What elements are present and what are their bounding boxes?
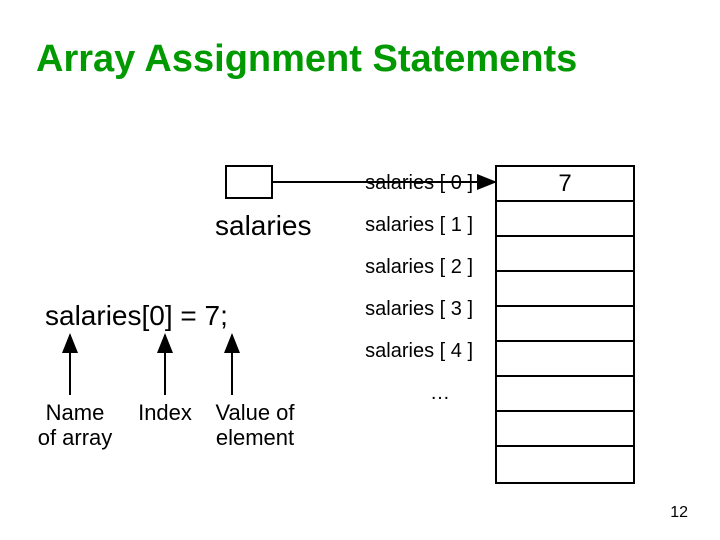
index-label-4: salaries [ 4 ] <box>353 340 473 363</box>
annotation-name-line2: of array <box>38 425 113 450</box>
pointer-box <box>225 165 273 199</box>
index-label-1: salaries [ 1 ] <box>353 214 473 237</box>
array-name-label: salaries <box>215 210 311 242</box>
annotation-name-line1: Name <box>46 400 105 425</box>
array-cell-0: 7 <box>497 167 633 202</box>
annotation-value: Value of element <box>205 400 305 451</box>
array-cell-8 <box>497 447 633 482</box>
annotation-value-line1: Value of <box>215 400 294 425</box>
annotation-name: Name of array <box>30 400 120 451</box>
annotation-value-line2: element <box>216 425 294 450</box>
array-cell-5 <box>497 342 633 377</box>
index-label-3: salaries [ 3 ] <box>353 298 473 321</box>
slide-title: Array Assignment Statements <box>36 38 577 81</box>
array-cell-2 <box>497 237 633 272</box>
array-cell-1 <box>497 202 633 237</box>
array-cell-6 <box>497 377 633 412</box>
index-label-2: salaries [ 2 ] <box>353 256 473 279</box>
page-number: 12 <box>670 504 688 522</box>
array-cell-4 <box>497 307 633 342</box>
index-label-0: salaries [ 0 ] <box>353 172 473 195</box>
annotation-index: Index <box>130 400 200 425</box>
array-cell-3 <box>497 272 633 307</box>
index-label-ellipsis: … <box>410 382 470 405</box>
assignment-statement: salaries[0] = 7; <box>45 300 228 332</box>
array-cell-7 <box>497 412 633 447</box>
array-table: 7 <box>495 165 635 484</box>
